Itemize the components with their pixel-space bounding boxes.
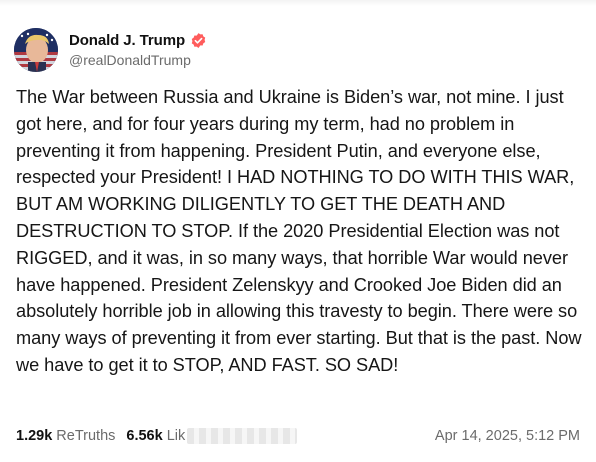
post-footer: 1.29k ReTruths 6.56k Lik Apr 14, 2025, 5… <box>16 428 580 444</box>
post-body: The War between Russia and Ukraine is Bi… <box>16 87 582 375</box>
avatar-image <box>14 28 58 72</box>
likes-count: 6.56k <box>126 428 163 444</box>
display-name[interactable]: Donald J. Trump <box>69 32 185 49</box>
top-divider <box>0 0 596 6</box>
handle[interactable]: @realDonaldTrump <box>69 52 207 68</box>
retruths-label: ReTruths <box>56 428 116 444</box>
avatar[interactable] <box>14 28 58 72</box>
post-timestamp[interactable]: Apr 14, 2025, 5:12 PM <box>435 428 580 444</box>
author-block: Donald J. Trump @realDonaldTrump <box>69 32 207 68</box>
name-row: Donald J. Trump <box>69 32 207 49</box>
retruths-stat[interactable]: 1.29k ReTruths <box>16 428 115 444</box>
likes-label: Lik <box>166 428 186 444</box>
post-header: Donald J. Trump @realDonaldTrump <box>14 28 207 72</box>
likes-stat[interactable]: 6.56k Lik <box>126 428 298 444</box>
verified-badge-icon <box>191 33 206 48</box>
retruths-count: 1.29k <box>16 428 53 444</box>
watermark-overlay <box>187 428 298 444</box>
